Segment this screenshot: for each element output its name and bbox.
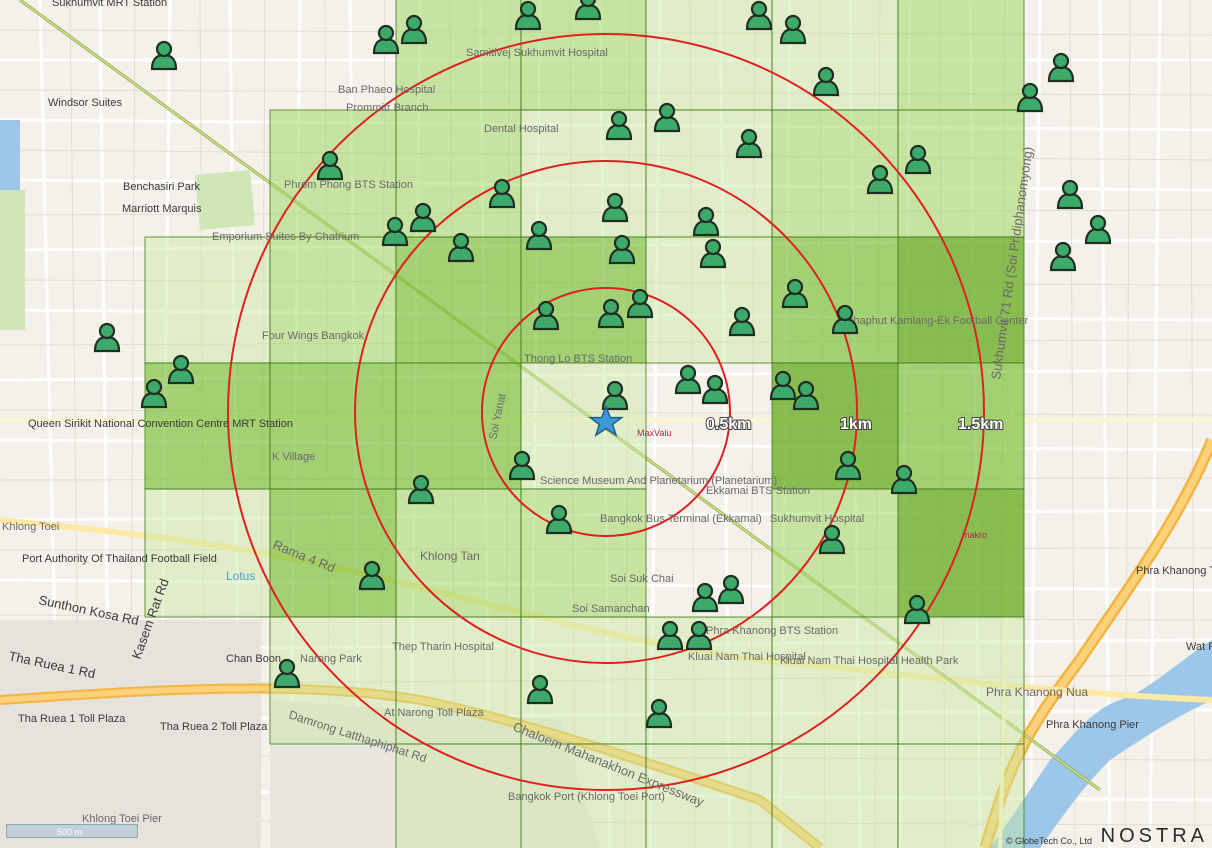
label-marriott: Marriott Marquis — [122, 203, 202, 215]
grid-cell — [144, 236, 271, 364]
label-emporium: Emporium Suites By Chatrium — [212, 231, 359, 243]
label-tha-ruea-1-toll: Tha Ruea 1 Toll Plaza — [18, 713, 126, 725]
label-ban-phaeo: Ban Phaeo Hospital — [338, 84, 435, 96]
grid-cell — [771, 743, 899, 848]
label-soi-samanchan: Soi Samanchan — [572, 603, 650, 615]
grid-cell — [897, 743, 1025, 848]
label-phrom-phong: Phrom Phong BTS Station — [284, 179, 413, 191]
label-dental: Dental Hospital — [484, 123, 559, 135]
grid-cell — [897, 0, 1025, 111]
label-prommitr: Prommitr Branch — [346, 102, 429, 114]
label-qsncc: Queen Sirikit National Convention Centre… — [28, 418, 293, 430]
ring-labels: 0.5km 1km 1.5km — [705, 415, 1004, 434]
label-bangkok-port: Bangkok Port (Khlong Toei Port) — [508, 791, 665, 803]
park-benchasiri — [195, 170, 255, 230]
copyright-text: © GlobeTech Co., Ltd — [1005, 836, 1092, 846]
grid-cell — [897, 616, 1025, 745]
label-chan-boon: Chan Boon — [226, 653, 281, 665]
grid-cell — [395, 362, 522, 490]
label-narong-park: Narong Park — [300, 653, 362, 665]
label-khlong-toei: Khlong Toei — [2, 521, 59, 533]
label-wat-pier: Wat Pier — [1186, 641, 1212, 653]
brand-logo: NOSTRA — [1100, 825, 1208, 847]
label-phra-khanong-toll: Phra Khanong Toll Plaza — [1136, 565, 1212, 577]
ring-label-1km: 1km — [840, 416, 872, 433]
grid-cell — [269, 236, 397, 364]
label-windsor: Windsor Suites — [48, 97, 122, 109]
label-port-authority: Port Authority Of Thailand Football Fiel… — [22, 553, 217, 565]
label-makro: makro — [962, 530, 987, 540]
map-canvas[interactable]: Sukhumvit MRT Station Windsor Suites Ben… — [0, 0, 1212, 848]
label-ekkamai: Ekkamai BTS Station — [706, 485, 810, 497]
label-sukhumvit-mrt: Sukhumvit MRT Station — [52, 0, 167, 9]
label-four-wings: Four Wings Bangkok — [262, 330, 365, 342]
ring-label-05km: 0.5km — [706, 416, 751, 433]
label-lotus: Lotus — [226, 569, 255, 583]
label-at-narong: At Narong Toll Plaza — [384, 707, 484, 719]
label-soi-suk-chai: Soi Suk Chai — [610, 573, 674, 585]
label-phra-khanong-bts: Phra Khanong BTS Station — [706, 625, 838, 637]
label-phra-khanong-pier: Phra Khanong Pier — [1046, 719, 1139, 731]
label-phra-khanong-nua: Phra Khanong Nua — [986, 685, 1088, 699]
label-thong-lo: Thong Lo BTS Station — [524, 353, 632, 365]
label-phaphut: Phaphut Kamlang-Ek Football Center — [846, 315, 1029, 327]
label-sukhumvit-hospital: Sukhumvit Hospital — [770, 513, 864, 525]
grid-cell — [771, 362, 899, 490]
grid-cell — [395, 616, 522, 745]
label-samitivej: Samitivej Sukhumvit Hospital — [466, 47, 608, 59]
scale-bar: 500 m — [6, 824, 138, 838]
grid-cell — [520, 362, 647, 490]
ring-label-15km: 1.5km — [958, 416, 1003, 433]
grid-cell — [520, 488, 647, 618]
label-maxvalu: MaxValu — [637, 428, 671, 438]
park-left — [0, 190, 25, 330]
label-khlong-tan: Khlong Tan — [420, 549, 480, 563]
label-benchasiri: Benchasiri Park — [123, 181, 201, 193]
label-bus-terminal: Bangkok Bus Terminal (Ekkamai) — [600, 513, 762, 525]
label-kluai-park: Kluai Nam Thai Hospital Health Park — [780, 655, 959, 667]
label-thep-tharin: Thep Tharin Hospital — [392, 641, 494, 653]
label-k-village: K Village — [272, 451, 315, 463]
label-tha-ruea-2-toll: Tha Ruea 2 Toll Plaza — [160, 721, 268, 733]
